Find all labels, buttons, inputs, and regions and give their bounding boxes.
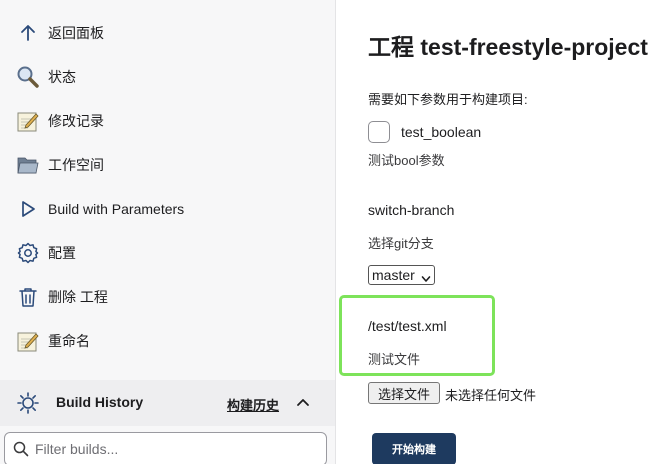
- filter-builds-input[interactable]: [35, 438, 315, 460]
- highlight-box: [339, 295, 495, 376]
- sidebar-item-label: 配置: [48, 245, 76, 261]
- choose-file-button[interactable]: 选择文件: [368, 382, 440, 404]
- build-history-trend-link[interactable]: 构建历史: [227, 395, 279, 414]
- switch-branch-description: 选择git分支: [368, 236, 434, 251]
- build-history-header: Build History 构建历史: [0, 380, 335, 426]
- folder-icon: [16, 153, 40, 177]
- switch-branch-select[interactable]: master: [368, 265, 435, 285]
- main-content: 工程 test-freestyle-project 需要如下参数用于构建项目: …: [336, 0, 672, 464]
- filter-builds-field[interactable]: [4, 432, 327, 464]
- chevron-down-icon: [421, 271, 431, 282]
- sidebar-item-status[interactable]: 状态: [0, 55, 335, 99]
- test-boolean-label[interactable]: test_boolean: [401, 124, 481, 140]
- sidebar-item-changes[interactable]: 修改记录: [0, 99, 335, 143]
- sidebar: 返回面板 状态 修改记录 工作空间 Build with Parameters …: [0, 0, 336, 464]
- params-intro-text: 需要如下参数用于构建项目:: [368, 92, 528, 107]
- sidebar-item-label: 删除 工程: [48, 289, 108, 305]
- sidebar-item-label: 修改记录: [48, 113, 104, 129]
- search-icon: [13, 441, 29, 457]
- notepad-icon: [16, 329, 40, 353]
- gear-icon: [16, 241, 40, 265]
- play-outline-icon: [16, 197, 40, 221]
- sidebar-item-label: 工作空间: [48, 157, 104, 173]
- magnifier-icon: [16, 65, 40, 89]
- sidebar-item-build-with-parameters[interactable]: Build with Parameters: [0, 187, 335, 231]
- sidebar-item-label: 返回面板: [48, 25, 104, 41]
- test-boolean-checkbox[interactable]: [368, 121, 390, 143]
- page-title: 工程 test-freestyle-project: [368, 34, 648, 60]
- sidebar-item-label: 状态: [48, 69, 76, 85]
- sidebar-item-workspace[interactable]: 工作空间: [0, 143, 335, 187]
- switch-branch-name: switch-branch: [368, 202, 455, 218]
- trash-icon: [16, 285, 40, 309]
- chevron-up-icon[interactable]: [294, 394, 312, 412]
- notepad-icon: [16, 109, 40, 133]
- sidebar-item-label: 重命名: [48, 333, 90, 349]
- sidebar-item-back-to-dashboard[interactable]: 返回面板: [0, 11, 335, 55]
- sidebar-item-rename[interactable]: 重命名: [0, 319, 335, 363]
- start-build-button[interactable]: 开始构建: [372, 433, 456, 464]
- build-history-icon: [16, 391, 40, 415]
- sidebar-item-label: Build with Parameters: [48, 201, 185, 217]
- sidebar-item-delete-project[interactable]: 删除 工程: [0, 275, 335, 319]
- test-boolean-description: 测试bool参数: [368, 153, 445, 168]
- arrow-up-icon: [16, 21, 40, 45]
- file-status-text: 未选择任何文件: [445, 388, 537, 403]
- switch-branch-selected-value: master: [372, 267, 415, 283]
- sidebar-item-configure[interactable]: 配置: [0, 231, 335, 275]
- build-history-title: Build History: [56, 394, 144, 410]
